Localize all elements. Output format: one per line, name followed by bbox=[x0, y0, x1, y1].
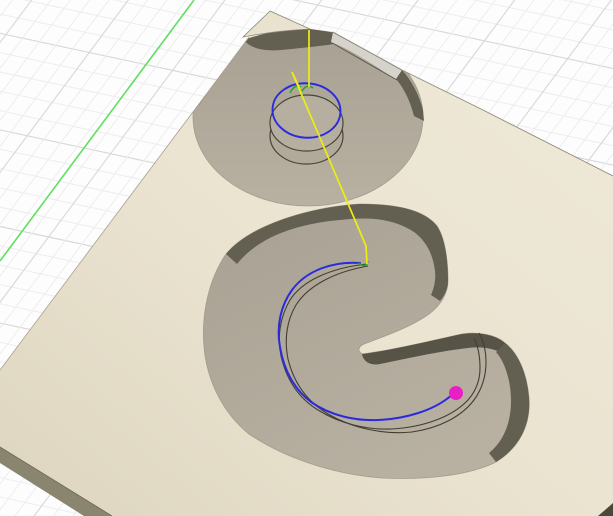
scene-svg[interactable] bbox=[0, 0, 613, 516]
boss-top-face[interactable] bbox=[269, 94, 344, 152]
toolpath-start-marker[interactable] bbox=[449, 386, 463, 400]
viewport-3d-canvas[interactable] bbox=[0, 0, 613, 516]
